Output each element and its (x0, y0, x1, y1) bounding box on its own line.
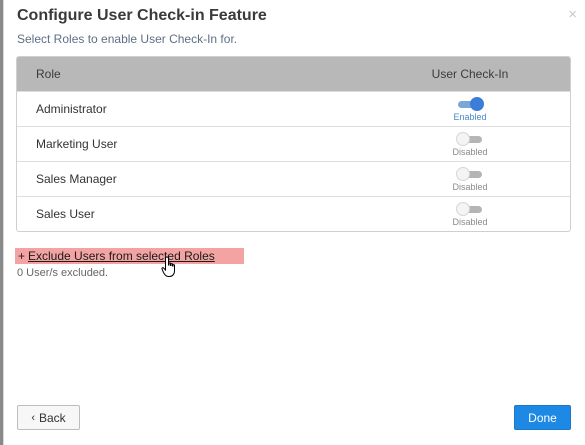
table-header: Role User Check-In (17, 57, 570, 91)
column-header-user-check-in: User Check-In (431, 67, 509, 81)
toggle-status-label: Disabled (452, 147, 488, 157)
check-in-toggle[interactable] (456, 202, 484, 216)
dialog-subtitle: Select Roles to enable User Check-In for… (17, 32, 238, 46)
column-header-role: Role (36, 67, 61, 81)
table-row: Administrator Enabled (17, 91, 570, 126)
back-button[interactable]: ‹ Back (17, 405, 80, 430)
table-row: Sales Manager Disabled (17, 161, 570, 196)
toggle-status-label: Disabled (452, 182, 488, 192)
configure-checkin-dialog: Configure User Check-in Feature × Select… (3, 0, 585, 445)
roles-table: Role User Check-In Administrator Enabled… (16, 56, 571, 232)
check-in-toggle-cell: Disabled (390, 166, 550, 192)
exclude-users-link[interactable]: + Exclude Users from selected Roles (15, 248, 244, 264)
role-name: Sales Manager (36, 172, 117, 186)
table-row: Sales User Disabled (17, 196, 570, 231)
role-name: Sales User (36, 207, 95, 221)
plus-icon: + (18, 249, 26, 263)
dialog-title: Configure User Check-in Feature (17, 7, 267, 24)
done-button[interactable]: Done (514, 405, 571, 430)
check-in-toggle-cell: Enabled (390, 96, 550, 122)
check-in-toggle[interactable] (456, 167, 484, 181)
check-in-toggle[interactable] (456, 132, 484, 146)
role-name: Marketing User (36, 137, 118, 151)
check-in-toggle[interactable] (456, 97, 484, 111)
table-row: Marketing User Disabled (17, 126, 570, 161)
back-button-label: Back (38, 410, 66, 425)
check-in-toggle-cell: Disabled (390, 201, 550, 227)
done-button-label: Done (528, 410, 557, 425)
close-icon[interactable]: × (568, 6, 577, 23)
toggle-status-label: Enabled (453, 112, 487, 122)
hand-cursor-icon (161, 256, 175, 277)
toggle-status-label: Disabled (452, 217, 488, 227)
excluded-count-text: 0 User/s excluded. (17, 267, 109, 279)
role-name: Administrator (36, 102, 107, 116)
check-in-toggle-cell: Disabled (390, 131, 550, 157)
chevron-left-icon: ‹ (31, 411, 35, 424)
exclude-users-label: Exclude Users from selected Roles (28, 249, 215, 263)
